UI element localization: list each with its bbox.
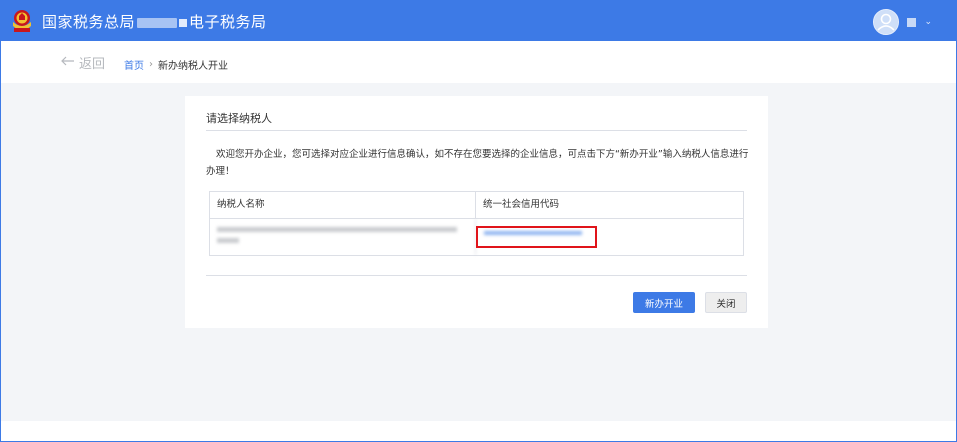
site-title[interactable]: 国家税务总局 电子税务局 xyxy=(42,11,267,32)
breadcrumb-bar: 返回 首页 › 新办纳税人开业 xyxy=(1,41,956,83)
divider xyxy=(206,275,747,276)
redacted-region xyxy=(137,17,178,28)
column-header-taxpayer-name: 纳税人名称 xyxy=(210,192,476,218)
divider xyxy=(206,130,747,131)
top-navigation-bar: 国家税务总局 电子税务局 ⌄ xyxy=(1,1,956,41)
user-menu[interactable]: ⌄ xyxy=(873,9,932,35)
site-title-part2: 电子税务局 xyxy=(189,13,267,31)
breadcrumb-separator: › xyxy=(149,59,153,70)
column-header-credit-code: 统一社会信用代码 xyxy=(483,199,560,210)
redacted-region xyxy=(179,18,188,27)
breadcrumb: 首页 › 新办纳税人开业 xyxy=(124,57,228,72)
breadcrumb-home-link[interactable]: 首页 xyxy=(124,57,144,72)
site-title-part1: 国家税务总局 xyxy=(42,13,136,31)
highlight-box xyxy=(476,226,597,248)
back-button[interactable]: 返回 xyxy=(61,53,105,72)
arrow-left-icon xyxy=(61,55,75,70)
select-taxpayer-dialog: 请选择纳税人 欢迎您开办企业，您可选择对应企业进行信息确认，如不存在您要选择的企… xyxy=(185,96,768,328)
dialog-message: 欢迎您开办企业，您可选择对应企业进行信息确认，如不存在您要选择的企业信息，可点击… xyxy=(206,149,749,177)
taxpayer-name-cell-redacted[interactable] xyxy=(210,219,476,255)
redacted-user-name xyxy=(907,17,917,27)
chevron-down-icon[interactable]: ⌄ xyxy=(924,17,932,27)
app-window: 国家税务总局 电子税务局 ⌄ 返回 首页 › 新办纳税人开业 请选择纳税人 欢迎… xyxy=(0,0,957,442)
breadcrumb-current: 新办纳税人开业 xyxy=(158,61,228,72)
footer-bar xyxy=(1,421,956,441)
tax-emblem-icon xyxy=(10,8,34,34)
back-label: 返回 xyxy=(79,57,106,72)
new-business-button[interactable]: 新办开业 xyxy=(633,292,695,313)
dialog-title: 请选择纳税人 xyxy=(206,112,272,125)
user-avatar-icon[interactable] xyxy=(873,9,900,35)
close-button[interactable]: 关闭 xyxy=(705,292,747,313)
